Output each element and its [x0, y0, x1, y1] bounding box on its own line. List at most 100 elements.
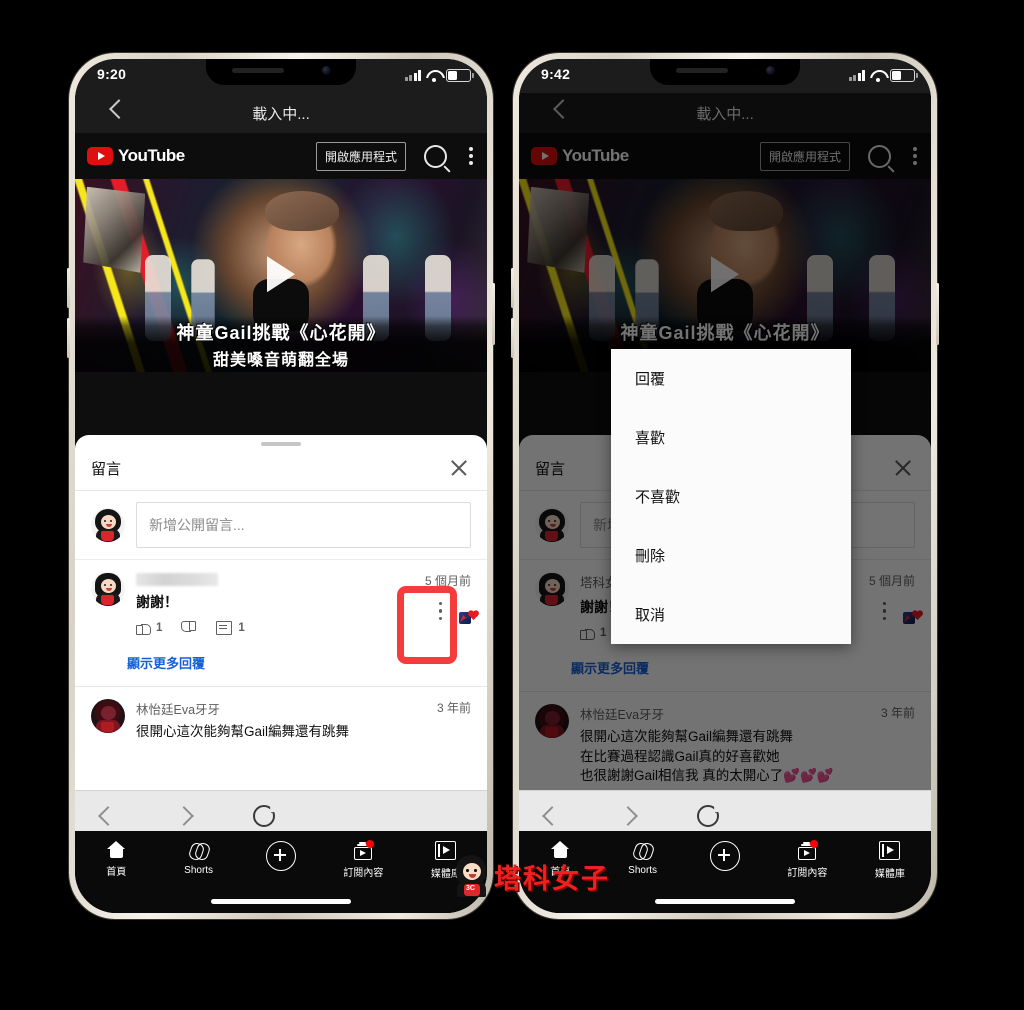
nav-item-create[interactable] [684, 841, 766, 871]
status-indicators [848, 69, 918, 82]
phone-right: 9:42 載入中... YouTube 開啟應 [511, 53, 939, 919]
menu-item-like[interactable]: 喜歡 [611, 408, 851, 467]
nav-item-subscriptions[interactable]: 訂閱內容 [766, 840, 848, 879]
video-player-left[interactable]: 神童Gail挑戰《心花開》 甜美嗓音萌翻全場 [75, 179, 487, 372]
screen-left: 9:20 載入中... YouTube 開啟應用程式 神童Gail挑戰《心花開》… [75, 59, 487, 913]
volume-up-button-left[interactable] [67, 268, 70, 308]
menu-item-dislike[interactable]: 不喜歡 [611, 467, 851, 526]
home-icon [106, 841, 126, 858]
comment-composer-row: 新增公開留言... [75, 491, 487, 560]
wifi-icon [426, 70, 441, 82]
video-title-overlay: 神童Gail挑戰《心花開》 甜美嗓音萌翻全場 [75, 316, 487, 372]
comment-author-blurred [136, 573, 218, 586]
comment-text: 很開心這次能夠幫Gail編舞還有跳舞 [136, 724, 350, 739]
comment-input-placeholder: 新增公開留言... [149, 517, 245, 533]
nav-item-shorts[interactable]: Shorts [601, 841, 683, 876]
volume-down-button-right[interactable] [511, 318, 514, 358]
youtube-play-icon [87, 147, 113, 165]
comment-author: 林怡廷Eva牙牙 [136, 703, 221, 717]
thumbnail-hat [264, 190, 339, 231]
front-camera-icon [322, 66, 331, 75]
show-logo-overlay [83, 186, 146, 273]
battery-icon [446, 69, 474, 82]
status-time: 9:42 [541, 66, 571, 82]
safari-back-button[interactable] [89, 93, 129, 133]
chevron-left-icon[interactable] [98, 806, 118, 826]
reload-icon[interactable] [697, 805, 719, 827]
menu-item-delete[interactable]: 刪除 [611, 526, 851, 585]
library-icon [879, 841, 901, 860]
subscriptions-icon [353, 840, 375, 860]
notification-badge [366, 840, 375, 848]
comment-options-menu: 回覆 喜歡 不喜歡 刪除 取消 [611, 349, 851, 644]
search-icon[interactable] [424, 144, 447, 168]
avatar [91, 508, 125, 542]
menu-item-cancel[interactable]: 取消 [611, 585, 851, 644]
nav-item-create[interactable] [240, 841, 322, 871]
comments-sheet-header: 留言 [75, 446, 487, 491]
volume-up-button-right[interactable] [511, 268, 514, 308]
dislike-button[interactable] [182, 621, 196, 635]
nav-item-library[interactable]: 媒體庫 [849, 841, 931, 880]
earpiece-speaker-icon [232, 68, 284, 73]
creator-heart-icon [459, 610, 479, 626]
close-icon[interactable] [449, 458, 469, 478]
volume-down-button-left[interactable] [67, 318, 70, 358]
plus-circle-icon [710, 841, 741, 871]
video-title-line2: 甜美嗓音萌翻全場 [212, 351, 349, 369]
battery-icon [890, 69, 918, 82]
nav-label: 訂閱內容 [787, 868, 828, 879]
nav-label: 訂閱內容 [343, 868, 384, 879]
safari-title-bar-left: 載入中... [75, 93, 487, 133]
comment-item: 3 年前 林怡廷Eva牙牙 很開心這次能夠幫Gail編舞還有跳舞 [75, 687, 487, 754]
home-indicator[interactable] [211, 899, 351, 904]
comment-item: 5 個月前 謝謝！ 1 1 [75, 560, 487, 664]
status-indicators [404, 69, 474, 82]
like-button[interactable]: 1 [136, 621, 162, 635]
notch-left [206, 59, 356, 85]
power-button-left[interactable] [492, 283, 495, 345]
plus-circle-icon [266, 841, 297, 871]
reply-icon [216, 621, 233, 635]
avatar [91, 572, 125, 606]
watermark: 塔科女子 [452, 855, 610, 897]
subscriptions-icon [797, 840, 819, 860]
comments-title: 留言 [91, 460, 122, 478]
screenshot-canvas: 9:20 載入中... YouTube 開啟應用程式 神童Gail挑戰《心花開》… [0, 0, 1024, 1010]
menu-item-reply[interactable]: 回覆 [611, 349, 851, 408]
power-button-right[interactable] [936, 283, 939, 345]
nav-label: 媒體庫 [874, 869, 905, 880]
avatar [91, 699, 125, 733]
comment-timestamp: 3 年前 [436, 701, 471, 715]
reload-icon[interactable] [253, 805, 275, 827]
reply-count: 1 [238, 622, 245, 634]
play-button-icon[interactable] [267, 255, 295, 292]
youtube-header-left: YouTube 開啟應用程式 [75, 133, 487, 179]
youtube-logo[interactable]: YouTube [87, 146, 185, 166]
open-app-button[interactable]: 開啟應用程式 [315, 141, 406, 171]
nav-item-shorts[interactable]: Shorts [157, 841, 239, 876]
screen-right: 9:42 載入中... YouTube 開啟應 [519, 59, 931, 913]
wifi-icon [870, 70, 885, 82]
highlight-annotation-box [397, 586, 457, 664]
shorts-icon [187, 841, 212, 862]
page-title: 載入中... [252, 105, 310, 123]
nav-item-home[interactable]: 首頁 [75, 841, 157, 878]
phone-left: 9:20 載入中... YouTube 開啟應用程式 神童Gail挑戰《心花開》… [67, 53, 495, 919]
watermark-avatar-icon [452, 855, 492, 897]
comment-input[interactable]: 新增公開留言... [136, 502, 471, 548]
reply-button[interactable]: 1 [216, 621, 245, 635]
like-count: 1 [156, 622, 163, 634]
nav-label: Shorts [628, 865, 658, 876]
chevron-right-icon[interactable] [174, 806, 194, 826]
nav-item-subscriptions[interactable]: 訂閱內容 [322, 840, 404, 879]
kebab-menu-icon[interactable] [469, 147, 473, 165]
thumbs-down-icon [182, 621, 196, 635]
chevron-left-icon[interactable] [542, 806, 562, 826]
youtube-logo-text: YouTube [118, 146, 185, 165]
chevron-right-icon[interactable] [618, 806, 638, 826]
video-title-line1: 神童Gail挑戰《心花開》 [176, 322, 386, 343]
home-indicator[interactable] [655, 899, 795, 904]
earpiece-speaker-icon [676, 68, 728, 73]
shorts-icon [631, 841, 656, 862]
